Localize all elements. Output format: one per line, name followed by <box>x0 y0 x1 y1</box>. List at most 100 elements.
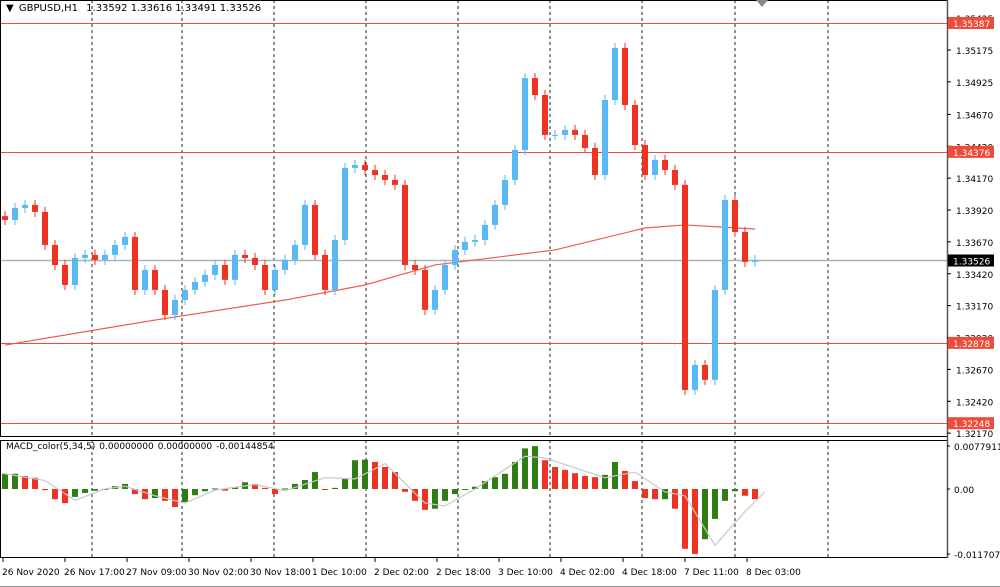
bear-candle <box>372 169 378 175</box>
macd-histogram-bar <box>632 481 638 489</box>
bear-candle <box>742 231 748 262</box>
bull-candle <box>712 289 718 380</box>
bull-candle <box>282 259 288 270</box>
macd-histogram-bar <box>42 489 48 491</box>
time-axis[interactable]: 26 Nov 2020 26 Nov 17:00 27 Nov 09:00 30 No… <box>2 557 801 578</box>
macd-histogram-bar <box>382 467 388 489</box>
time-tick-label: 4 Dec 02:00 <box>560 568 615 578</box>
bull-candle <box>12 207 18 220</box>
bull-candle <box>502 179 508 205</box>
bull-candle <box>492 204 498 225</box>
price-tick-label: 1.34170 <box>956 175 993 185</box>
bull-candle <box>192 281 198 290</box>
bear-candle <box>222 264 228 280</box>
price-tick-label: 1.33170 <box>956 303 993 313</box>
price-tick-label: 1.33420 <box>956 271 993 281</box>
bull-candle <box>272 269 278 290</box>
bear-candle <box>162 289 168 315</box>
time-tick-label: 8 Dec 03:00 <box>746 568 801 578</box>
bear-candle <box>642 144 648 175</box>
bull-candle <box>332 239 338 290</box>
bear-candle <box>312 204 318 255</box>
bear-candle <box>52 244 58 265</box>
bear-candle <box>422 269 428 310</box>
macd-histogram-bar <box>52 489 58 500</box>
bull-candle <box>462 241 468 250</box>
macd-histogram-bar <box>552 467 558 489</box>
bull-candle <box>432 289 438 310</box>
bull-candle <box>562 129 568 135</box>
macd-histogram-bar <box>422 489 428 510</box>
price-tick-label: 1.35175 <box>956 47 993 57</box>
level-price-label: 1.35387 <box>953 20 990 30</box>
time-tick-label: 1 Dec 10:00 <box>312 568 367 578</box>
bull-candle <box>472 239 478 242</box>
macd-histogram-bar <box>502 473 508 489</box>
bull-candle <box>612 47 618 100</box>
bear-candle <box>32 204 38 212</box>
level-price-label: 1.32248 <box>953 420 990 430</box>
macd-histogram-bar <box>82 489 88 493</box>
price-axis[interactable]: 1.354251.351751.349251.346701.344201.341… <box>947 15 994 440</box>
macd-histogram-bar <box>532 446 538 489</box>
bull-candle <box>722 199 728 290</box>
bear-candle <box>572 129 578 135</box>
bear-candle <box>632 104 638 145</box>
bear-candle <box>412 264 418 270</box>
time-tick-label: 2 Dec 02:00 <box>374 568 429 578</box>
collapse-triangle-icon[interactable]: ▼ <box>6 3 14 14</box>
price-tick-label: 1.32420 <box>956 398 993 408</box>
macd-value-2: 0.00000000 <box>157 442 213 452</box>
bull-candle <box>512 149 518 180</box>
macd-histogram-bar <box>722 489 728 501</box>
chart-canvas[interactable]: 1.354251.351751.349251.346701.344201.341… <box>0 0 1000 587</box>
macd-histogram-bar <box>592 477 598 489</box>
macd-histogram-bar <box>2 473 8 489</box>
bull-candle <box>232 254 238 280</box>
time-tick-label: 27 Nov 09:00 <box>126 568 187 578</box>
macd-histogram-bar <box>372 461 378 489</box>
horizontal-levels[interactable] <box>0 23 947 424</box>
time-tick-label: 7 Dec 11:00 <box>684 568 739 578</box>
bear-candle <box>242 254 248 258</box>
macd-histogram-bar <box>582 476 588 489</box>
macd-histogram-bar <box>492 477 498 489</box>
bull-candle <box>172 299 178 315</box>
macd-value-3: -0.00144854 <box>216 442 274 452</box>
price-tick-label: 1.32170 <box>956 430 993 440</box>
macd-histogram-bar <box>452 489 458 495</box>
macd-histogram-bar <box>392 472 398 489</box>
price-tick-label: 1.32670 <box>956 366 993 376</box>
bull-candle <box>182 289 188 300</box>
bear-candle <box>622 47 628 105</box>
bear-candle <box>252 257 258 265</box>
macd-tick-label: 0.0077911 <box>954 443 1000 453</box>
bull-candle <box>212 264 218 275</box>
macd-histogram-bar <box>342 478 348 489</box>
time-tick-label: 2 Dec 18:00 <box>436 568 491 578</box>
bear-candle <box>392 179 398 185</box>
bull-candle <box>442 264 448 290</box>
bull-candle <box>482 224 488 240</box>
bear-candle <box>42 211 48 245</box>
time-tick-label: 30 Nov 18:00 <box>250 568 311 578</box>
bear-candle <box>542 95 548 135</box>
macd-axis: 0.0077911 0.00 -0.0117070 <box>947 443 1000 561</box>
macd-histogram-bar <box>352 460 358 489</box>
bear-candle <box>682 184 688 390</box>
macd-name: MACD_color(5,34,5) <box>6 442 96 452</box>
bull-candle <box>452 249 458 265</box>
frame <box>0 0 1000 587</box>
low-value: 1.33491 <box>175 3 217 14</box>
macd-histogram-bar <box>332 487 338 489</box>
bear-candle <box>262 264 268 290</box>
macd-histogram-bar <box>72 489 78 497</box>
close-value: 1.33526 <box>219 3 262 14</box>
bull-candle <box>22 204 28 208</box>
time-tick-label: 30 Nov 02:00 <box>188 568 249 578</box>
bear-candle <box>532 78 538 96</box>
bull-candle <box>552 134 558 136</box>
time-tick-label: 4 Dec 18:00 <box>622 568 677 578</box>
macd-histogram-bar <box>272 489 278 495</box>
macd-pane <box>2 446 766 554</box>
